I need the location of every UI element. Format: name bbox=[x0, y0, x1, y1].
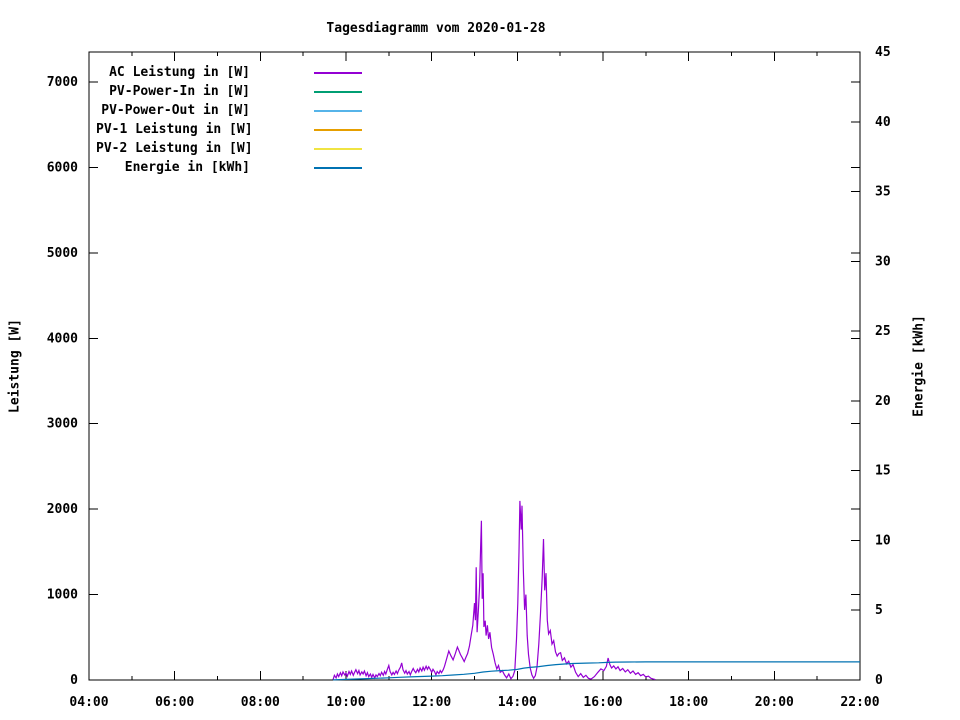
series-line-ac-leistung-in-w bbox=[332, 500, 656, 681]
y2-tick-label: 5 bbox=[875, 603, 883, 618]
x-tick-label: 18:00 bbox=[669, 695, 708, 710]
legend-item-5: Energie in [kWh] bbox=[96, 158, 362, 177]
legend-label: PV-1 Leistung in [W] bbox=[96, 122, 253, 137]
x-tick-label: 16:00 bbox=[583, 695, 622, 710]
legend-item-4: PV-2 Leistung in [W] bbox=[96, 139, 362, 158]
y-tick-label: 2000 bbox=[47, 502, 78, 517]
legend-line-sample bbox=[314, 90, 362, 93]
legend-line-sample bbox=[314, 166, 362, 169]
y2-tick-label: 40 bbox=[875, 115, 891, 130]
y2-tick-label: 0 bbox=[875, 673, 883, 688]
y2-tick-label: 45 bbox=[875, 45, 891, 60]
legend-item-0: AC Leistung in [W] bbox=[96, 63, 362, 82]
legend-label: AC Leistung in [W] bbox=[109, 65, 250, 80]
x-tick-label: 08:00 bbox=[241, 695, 280, 710]
y-tick-label: 7000 bbox=[47, 75, 78, 90]
y-tick-label: 3000 bbox=[47, 417, 78, 432]
y2-tick-label: 35 bbox=[875, 185, 891, 200]
y-tick-label: 0 bbox=[70, 673, 78, 688]
legend-label: PV-2 Leistung in [W] bbox=[96, 141, 253, 156]
legend-line-sample bbox=[314, 71, 362, 74]
legend-line-sample bbox=[314, 109, 362, 112]
x-tick-label: 22:00 bbox=[840, 695, 879, 710]
x-tick-label: 10:00 bbox=[326, 695, 365, 710]
y-tick-label: 5000 bbox=[47, 246, 78, 261]
x-tick-label: 20:00 bbox=[755, 695, 794, 710]
y2-tick-label: 15 bbox=[875, 464, 891, 479]
legend-item-2: PV-Power-Out in [W] bbox=[96, 101, 362, 120]
x-tick-label: 04:00 bbox=[69, 695, 108, 710]
legend-label: PV-Power-Out in [W] bbox=[101, 103, 250, 118]
y-tick-label: 6000 bbox=[47, 160, 78, 175]
legend-label: Energie in [kWh] bbox=[124, 160, 250, 175]
legend-line-sample bbox=[314, 128, 362, 131]
daily-diagram-chart: Tagesdiagramm vom 2020-01-28 Leistung [W… bbox=[0, 0, 960, 720]
legend-label: PV-Power-In in [W] bbox=[109, 84, 250, 99]
y2-tick-label: 30 bbox=[875, 254, 891, 269]
legend-line-sample bbox=[314, 147, 362, 150]
y-tick-label: 1000 bbox=[47, 588, 78, 603]
legend-item-3: PV-1 Leistung in [W] bbox=[96, 120, 362, 139]
x-tick-label: 12:00 bbox=[412, 695, 451, 710]
y2-tick-label: 20 bbox=[875, 394, 891, 409]
y2-tick-label: 10 bbox=[875, 533, 891, 548]
legend: AC Leistung in [W] PV-Power-In in [W] PV-P… bbox=[96, 63, 362, 177]
x-tick-label: 14:00 bbox=[498, 695, 537, 710]
y-tick-label: 4000 bbox=[47, 331, 78, 346]
legend-item-1: PV-Power-In in [W] bbox=[96, 82, 362, 101]
y2-tick-label: 25 bbox=[875, 324, 891, 339]
x-tick-label: 06:00 bbox=[155, 695, 194, 710]
